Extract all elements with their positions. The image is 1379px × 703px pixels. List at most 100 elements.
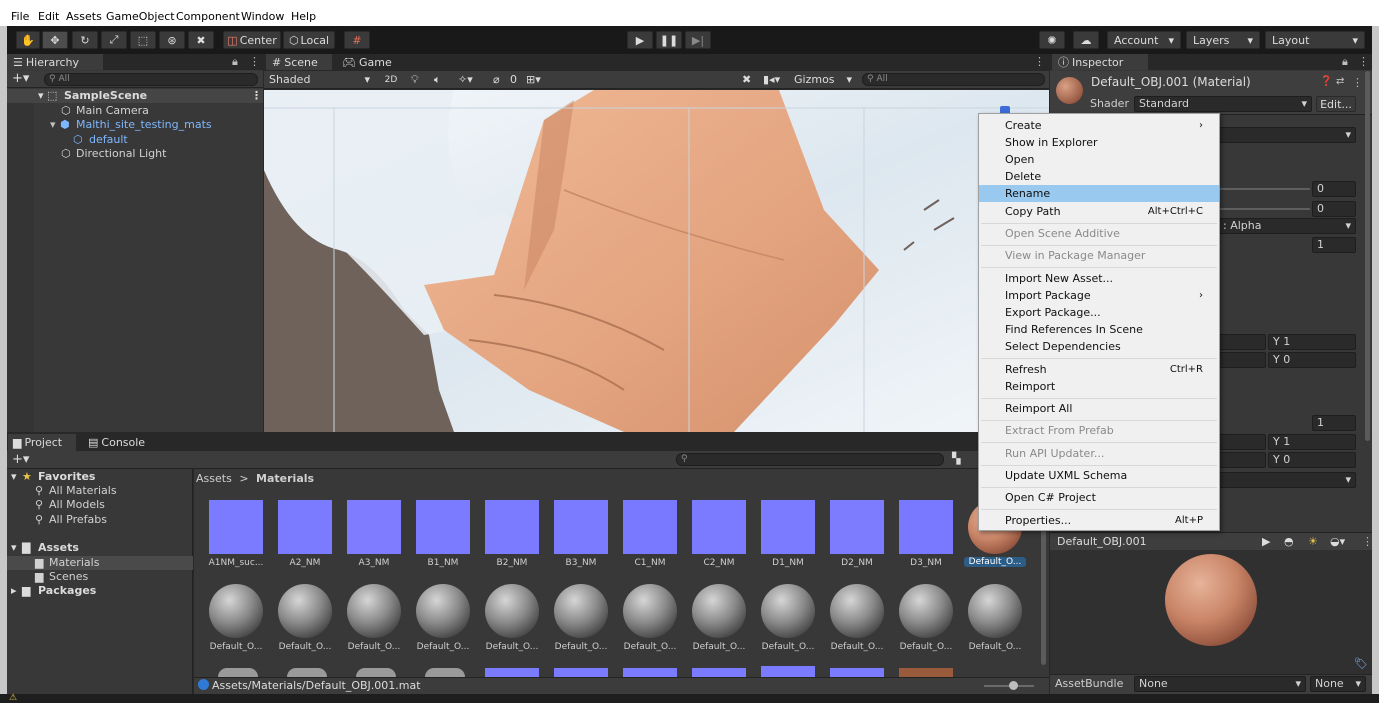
folder-scenes[interactable]: ▆ Scenes (7, 570, 193, 584)
asset-thumb[interactable] (278, 584, 332, 638)
rendering-mode-dropdown[interactable]: ▾ (1218, 127, 1356, 143)
menu-item-find-references[interactable]: Find References In Scene (979, 321, 1219, 338)
asset-thumb[interactable] (416, 584, 470, 638)
value-field-1[interactable]: 1 (1312, 237, 1356, 253)
audio-icon[interactable]: 🔈︎ (434, 73, 441, 87)
menu-item-rename[interactable]: Rename (979, 185, 1219, 202)
grid-snap-button[interactable]: # (344, 31, 370, 49)
menu-item-delete[interactable]: Delete (979, 168, 1219, 185)
tiling2-y-field[interactable]: Y 1 (1268, 434, 1356, 450)
menu-item-import-package[interactable]: Import Package › (979, 287, 1219, 304)
pivot-local-button[interactable]: ⬡ Local (283, 31, 335, 49)
pause-button[interactable]: ❚❚ (656, 31, 682, 49)
custom-tool-button[interactable]: ✖ (188, 31, 214, 49)
menu-item-create[interactable]: Create › (979, 117, 1219, 134)
add-icon[interactable]: +▾ (12, 71, 29, 86)
menu-item-reimport-all[interactable]: Reimport All (979, 400, 1219, 417)
asset-thumb[interactable] (899, 500, 953, 554)
menu-item-update-uxml-schema[interactable]: Update UXML Schema (979, 467, 1219, 484)
asset-thumb[interactable] (623, 584, 677, 638)
asset-thumb[interactable] (278, 500, 332, 554)
light-icon[interactable]: 💡︎ (411, 73, 419, 87)
tiling2-x-field[interactable] (1218, 434, 1266, 450)
menu-item-open[interactable]: Open (979, 151, 1219, 168)
offset2-y-field[interactable]: Y 0 (1268, 452, 1356, 468)
slider-track-2[interactable] (1220, 208, 1310, 210)
asset-thumb[interactable] (692, 668, 746, 677)
menu-item-open-scene-additive[interactable]: Open Scene Additive (979, 225, 1219, 242)
add-icon[interactable]: +▾ (12, 452, 29, 467)
slider-value-2[interactable]: 0 (1312, 201, 1356, 217)
tab-inspector[interactable]: ⓘ Inspector (1052, 54, 1148, 70)
asset-thumb[interactable] (623, 500, 677, 554)
asset-thumb[interactable] (425, 668, 465, 677)
offset2-x-field[interactable] (1218, 452, 1266, 468)
asset-thumb[interactable] (968, 584, 1022, 638)
menu-gameobject[interactable]: GameObject (106, 10, 175, 23)
edit-shader-button[interactable]: Edit... (1316, 96, 1356, 112)
tab-scene[interactable]: # Scene (266, 54, 332, 70)
step-button[interactable]: ▶| (685, 31, 711, 49)
asset-thumb[interactable] (416, 500, 470, 554)
menu-item-copy-path[interactable]: Copy Path Alt+Ctrl+C (979, 203, 1219, 220)
folder-materials[interactable]: ▆ Materials (7, 556, 193, 570)
effects-icon[interactable]: ✧▾ (458, 73, 473, 86)
breadcrumb-materials[interactable]: Materials (256, 472, 314, 485)
play-button[interactable]: ▶ (627, 31, 653, 49)
value-field-2[interactable]: 1 (1312, 415, 1356, 431)
sphere-icon[interactable]: ◓ (1284, 535, 1294, 548)
transform-tool-button[interactable]: ⊛ (159, 31, 185, 49)
hierarchy-item-samplescene[interactable]: ▾ ⬚ SampleScene ⋮ (7, 89, 263, 103)
asset-thumb[interactable] (899, 584, 953, 638)
zoom-slider-thumb[interactable] (1009, 681, 1018, 690)
menu-assets[interactable]: Assets (66, 10, 102, 23)
menu-item-import-new-asset[interactable]: Import New Asset... (979, 270, 1219, 287)
tab-console[interactable]: ▤ Console (84, 434, 158, 451)
menu-item-run-api-updater[interactable]: Run API Updater... (979, 445, 1219, 462)
slider-track-1[interactable] (1220, 188, 1310, 190)
gizmos-dropdown[interactable]: Gizmos ▾ (794, 72, 856, 88)
asset-thumb[interactable] (692, 584, 746, 638)
settings-icon[interactable]: ⇄ (1336, 76, 1344, 87)
lock-icon[interactable]: 🔒︎ (1342, 55, 1348, 69)
asset-thumb[interactable] (554, 500, 608, 554)
scale-tool-button[interactable]: ⤢ (101, 31, 127, 49)
menu-item-export-package[interactable]: Export Package... (979, 304, 1219, 321)
favorites-header[interactable]: ▾ ★ Favorites (7, 470, 193, 484)
menu-edit[interactable]: Edit (38, 10, 59, 23)
menu-item-extract-from-prefab[interactable]: Extract From Prefab (979, 422, 1219, 439)
light-icon[interactable]: ☀ (1308, 535, 1318, 548)
tiling-y-field[interactable]: Y 1 (1268, 334, 1356, 350)
kebab-icon[interactable]: ⋮ (251, 89, 262, 103)
scene-viewport[interactable] (264, 90, 1049, 432)
assetbundle-variant-dropdown[interactable]: None ▾ (1310, 676, 1366, 692)
tab-game[interactable]: 🎮︎ Game (338, 54, 404, 70)
preview-mode-icon[interactable]: ◒▾ (1330, 535, 1345, 548)
rect-tool-button[interactable]: ⬚ (130, 31, 156, 49)
asset-thumb[interactable] (899, 668, 953, 677)
asset-thumb[interactable] (356, 668, 396, 677)
menu-item-properties[interactable]: Properties... Alt+P (979, 512, 1219, 529)
layout-dropdown[interactable]: Layout ▾ (1265, 31, 1365, 49)
menu-window[interactable]: Window (241, 10, 284, 23)
scene-search-input[interactable]: ⚲ All (862, 73, 1045, 86)
play-icon[interactable]: ▶ (1262, 535, 1270, 548)
asset-thumb[interactable] (485, 668, 539, 677)
tag-icon[interactable]: 🏷︎ (1354, 657, 1368, 670)
asset-thumb[interactable] (623, 668, 677, 677)
asset-thumb[interactable] (830, 500, 884, 554)
assets-folder[interactable]: ▾ ▇ Assets (7, 541, 193, 555)
assetbundle-dropdown[interactable]: None ▾ (1134, 676, 1306, 692)
tools-icon[interactable]: ✖ (742, 73, 751, 86)
tiling-x-field[interactable] (1218, 334, 1266, 350)
shading-dropdown[interactable]: Shaded ▾ (266, 72, 374, 88)
asset-thumb[interactable] (347, 500, 401, 554)
menu-item-reimport[interactable]: Reimport (979, 378, 1219, 395)
hierarchy-item-directional-light[interactable]: ⬡ Directional Light (7, 147, 263, 161)
offset-y-field[interactable]: Y 0 (1268, 352, 1356, 368)
asset-thumb[interactable] (830, 584, 884, 638)
kebab-icon[interactable]: ⋮ (1358, 55, 1369, 68)
grid-toggle-icon[interactable]: ⊞▾ (526, 73, 541, 86)
asset-thumb[interactable] (287, 668, 327, 677)
menu-component[interactable]: Component (176, 10, 240, 23)
